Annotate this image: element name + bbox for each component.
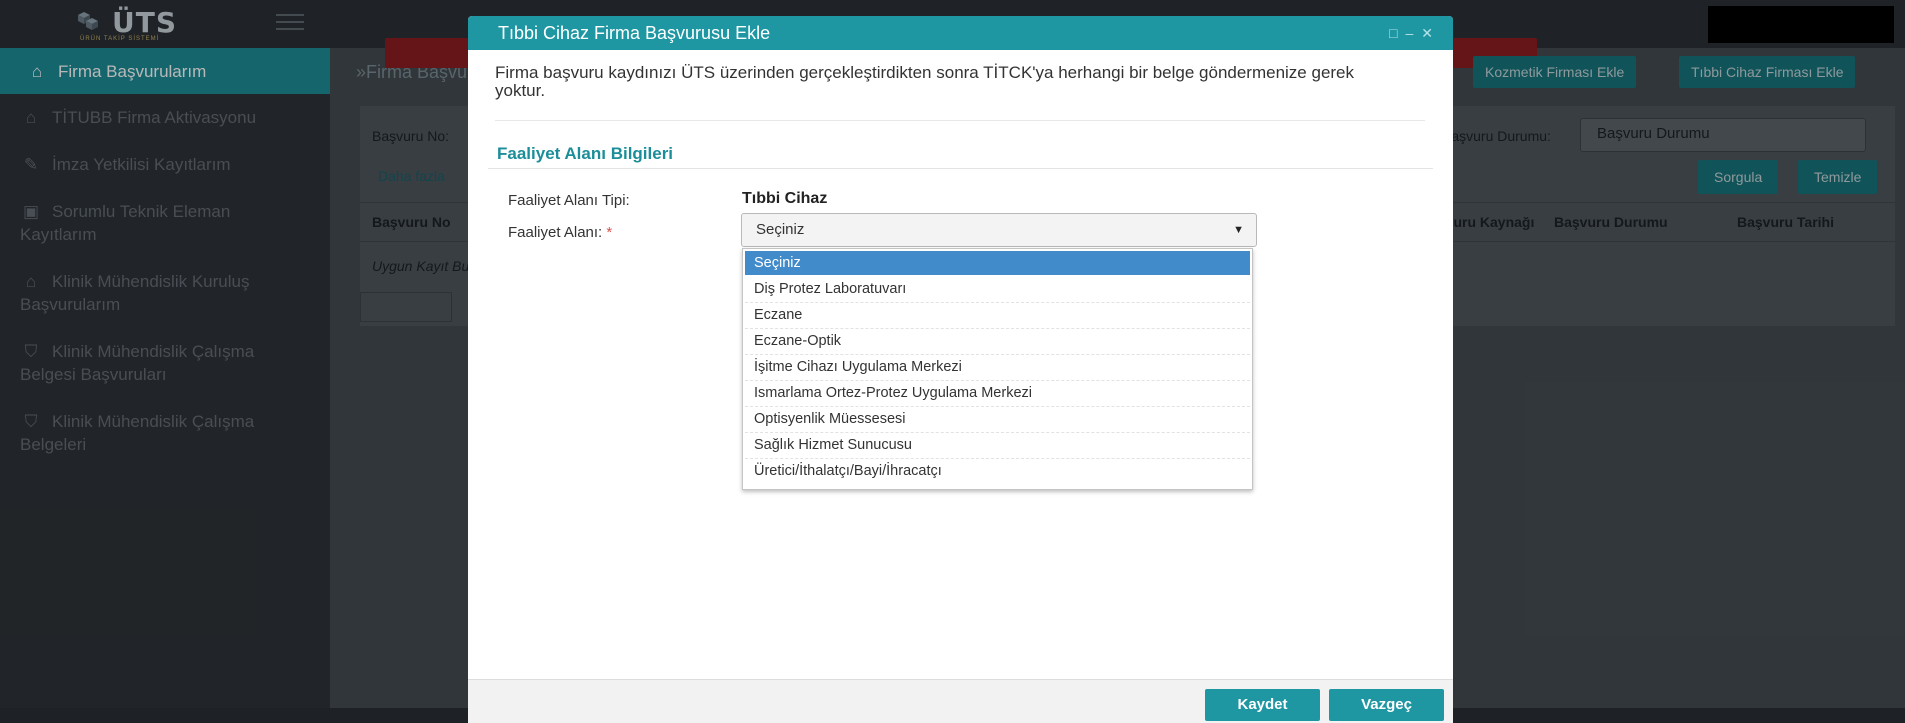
required-mark: * [606, 224, 613, 241]
section-title: Faaliyet Alanı Bilgileri [497, 144, 674, 163]
dropdown-option[interactable]: Diş Protez Laboratuvarı [745, 277, 1250, 303]
dropdown-option[interactable]: Ismarlama Ortez-Protez Uygulama Merkezi [745, 381, 1250, 407]
cancel-button[interactable]: Vazgeç [1329, 689, 1444, 721]
dropdown-option[interactable]: Eczane [745, 303, 1250, 329]
maximize-icon[interactable]: □ [1389, 25, 1397, 41]
faaliyet-tipi-label: Faaliyet Alanı Tipi: [508, 192, 630, 209]
dropdown-option[interactable]: Sağlık Hizmet Sunucusu [745, 433, 1250, 459]
select-value: Seçiniz [756, 221, 805, 238]
minimize-icon[interactable]: – [1405, 25, 1413, 41]
dialog-footer: Kaydet Vazgeç [468, 679, 1453, 723]
chevron-down-icon: ▼ [1233, 224, 1244, 236]
intro-text: Firma başvuru kaydınızı ÜTS üzerinden ge… [495, 63, 1355, 100]
section-divider [488, 168, 1433, 169]
dialog-title: Tıbbi Cihaz Firma Başvurusu Ekle [498, 23, 771, 43]
faaliyet-tipi-value: Tıbbi Cihaz [742, 190, 828, 207]
dropdown-option[interactable]: Üretici/İthalatçı/Bayi/İhracatçı [745, 459, 1250, 485]
faaliyet-alani-label: Faaliyet Alanı: * [508, 224, 612, 241]
faaliyet-alani-dropdown: Seçiniz Diş Protez Laboratuvarı Eczane E… [742, 248, 1253, 490]
faaliyet-alani-select[interactable]: Seçiniz ▼ [741, 213, 1257, 247]
divider [495, 120, 1425, 121]
faaliyet-alani-label-text: Faaliyet Alanı: [508, 224, 603, 241]
dialog-header: Tıbbi Cihaz Firma Başvurusu Ekle □ – ✕ [468, 16, 1453, 50]
window-controls: □ – ✕ [1381, 16, 1433, 50]
dropdown-option[interactable]: Optisyenlik Müessesesi [745, 407, 1250, 433]
dropdown-option[interactable]: Eczane-Optik [745, 329, 1250, 355]
add-firm-dialog: Tıbbi Cihaz Firma Başvurusu Ekle □ – ✕ Fir… [468, 16, 1453, 723]
save-button[interactable]: Kaydet [1205, 689, 1320, 721]
dropdown-option[interactable]: İşitme Cihazı Uygulama Merkezi [745, 355, 1250, 381]
close-icon[interactable]: ✕ [1421, 25, 1433, 41]
dropdown-option[interactable]: Seçiniz [745, 251, 1250, 275]
